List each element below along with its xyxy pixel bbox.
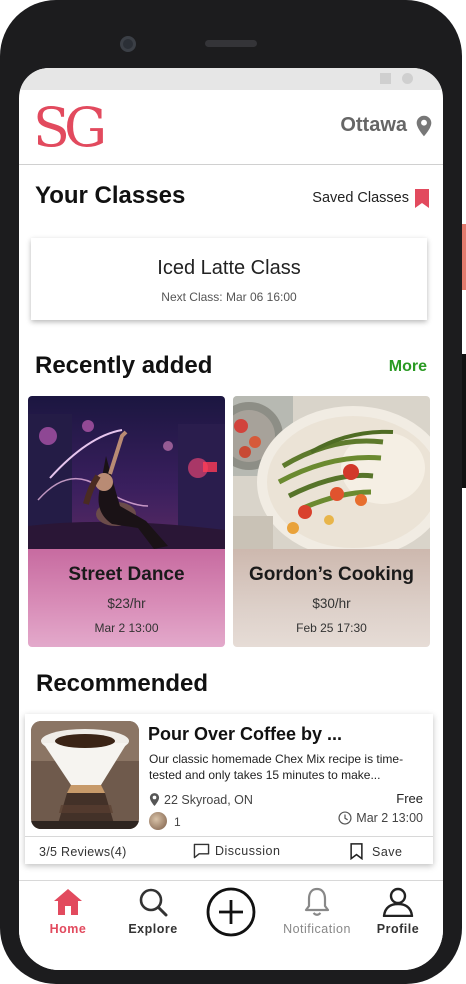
recommended-location: 22 Skyroad, ON — [149, 792, 253, 807]
nav-profile-label: Profile — [376, 922, 420, 936]
cooking-info: Gordon’s Cooking $30/hr Feb 25 17:30 — [233, 549, 430, 647]
camera-icon — [120, 36, 136, 52]
phone-side-button — [462, 224, 466, 290]
location-pin-icon — [149, 793, 160, 806]
your-classes-title: Your Classes — [35, 182, 186, 209]
avatar — [149, 812, 167, 830]
bookmark-outline-icon — [350, 843, 363, 860]
home-icon — [54, 889, 82, 915]
save-label: Save — [372, 844, 403, 859]
save-button[interactable]: Save — [350, 843, 403, 860]
phone-side-button — [462, 354, 466, 488]
bookmark-filled-icon — [415, 188, 429, 208]
street-dance-image — [28, 396, 225, 549]
class-next-time: Next Class: Mar 06 16:00 — [161, 290, 297, 304]
location-pin-icon[interactable] — [415, 115, 433, 137]
nav-home[interactable]: Home — [28, 887, 108, 936]
status-bar — [19, 68, 443, 90]
your-class-card[interactable]: Iced Latte Class Next Class: Mar 06 16:0… — [31, 238, 427, 320]
discussion-button[interactable]: Discussion — [193, 843, 280, 859]
bell-icon — [304, 887, 330, 916]
recommended-date: Mar 2 13:00 — [338, 811, 423, 825]
status-square-icon — [380, 73, 391, 84]
recently-added-title: Recently added — [35, 352, 213, 379]
status-dot-icon — [402, 73, 413, 84]
recommended-actions: 3/5 Reviews(4) Discussion Save — [25, 836, 433, 864]
nav-explore[interactable]: Explore — [113, 887, 193, 936]
nav-profile[interactable]: Profile — [358, 887, 438, 936]
recommended-title: Recommended — [36, 670, 209, 697]
recent-tile-street-dance[interactable]: Street Dance $23/hr Mar 2 13:00 — [28, 396, 225, 647]
nav-home-label: Home — [49, 922, 87, 936]
tile-price: $23/hr — [107, 596, 146, 611]
tile-date: Mar 2 13:00 — [94, 621, 159, 635]
saved-classes-link[interactable]: Saved Classes — [312, 188, 429, 208]
recommended-title-text: Pour Over Coffee by ... — [148, 724, 343, 744]
plus-circle-icon — [206, 887, 256, 937]
tile-date: Feb 25 17:30 — [296, 621, 367, 635]
reviews-link[interactable]: 3/5 Reviews(4) — [39, 845, 127, 859]
user-icon — [382, 887, 414, 917]
search-icon — [139, 888, 168, 917]
nav-explore-label: Explore — [128, 922, 178, 936]
city-selector[interactable]: Ottawa — [340, 114, 407, 137]
attendee-count: 1 — [174, 815, 181, 829]
chat-bubble-icon — [193, 843, 210, 859]
recent-tile-gordons-cooking[interactable]: Gordon’s Cooking $30/hr Feb 25 17:30 — [233, 396, 430, 647]
recommended-card[interactable]: Pour Over Coffee by ... Our classic home… — [25, 714, 433, 864]
app-header: SG Ottawa — [19, 90, 443, 165]
phone-frame: SG Ottawa Your Classes Saved Classes Ice… — [0, 0, 462, 984]
tile-title: Gordon’s Cooking — [248, 564, 414, 585]
app-logo[interactable]: SG — [33, 96, 107, 160]
saved-classes-label: Saved Classes — [312, 190, 409, 206]
tile-price: $30/hr — [312, 596, 351, 611]
speaker-grille — [205, 40, 257, 47]
date-text: Mar 2 13:00 — [356, 811, 423, 825]
tile-title: Street Dance — [68, 564, 185, 585]
more-link[interactable]: More — [389, 358, 427, 376]
pour-over-coffee-image — [31, 721, 139, 829]
nav-notification[interactable]: Notification — [277, 887, 357, 936]
nav-notification-label: Notification — [283, 922, 351, 936]
discussion-label: Discussion — [215, 844, 281, 858]
recommended-description: Our classic homemade Chex Mix recipe is … — [149, 752, 404, 782]
location-text: 22 Skyroad, ON — [164, 792, 253, 807]
bottom-navigation: Home Explore Notification Profile — [19, 880, 443, 970]
cooking-image — [233, 396, 430, 549]
street-dance-info: Street Dance $23/hr Mar 2 13:00 — [28, 549, 225, 647]
class-name: Iced Latte Class — [157, 257, 301, 279]
recommended-price: Free — [396, 791, 423, 806]
create-class-button[interactable] — [191, 887, 271, 937]
app-screen: SG Ottawa Your Classes Saved Classes Ice… — [19, 68, 443, 970]
clock-icon — [338, 811, 352, 825]
